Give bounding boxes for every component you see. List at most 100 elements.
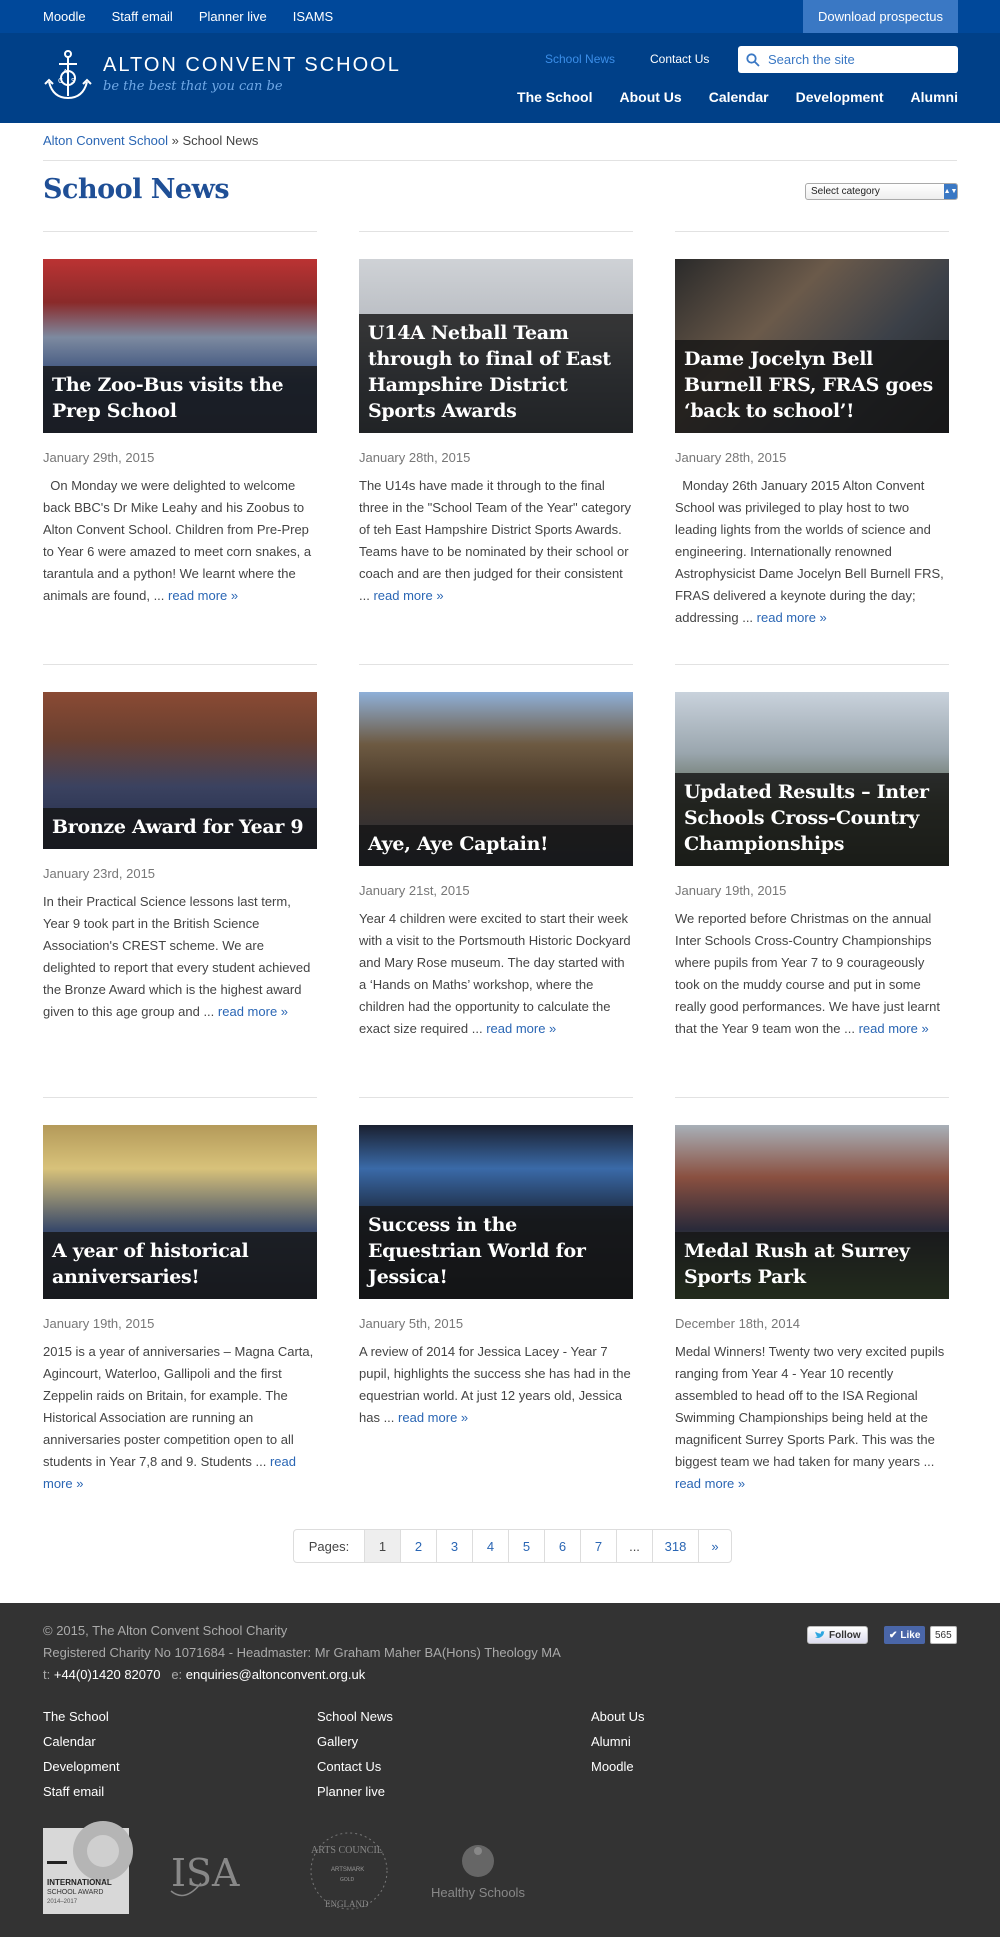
post-card: U14A Netball Team through to final of Ea… (359, 231, 633, 631)
main-nav: The School About Us Calendar Development… (517, 89, 958, 105)
footer-link-alumni[interactable]: Alumni (591, 1734, 644, 1750)
divider (675, 231, 949, 232)
read-more-link[interactable]: read more » (859, 1021, 929, 1036)
post-thumbnail[interactable]: U14A Netball Team through to final of Ea… (359, 259, 633, 433)
post-title[interactable]: The Zoo-Bus visits the Prep School (52, 372, 308, 424)
school-logo[interactable]: A C S ALTON CONVENT SCHOOL be the best t… (43, 50, 401, 102)
read-more-link[interactable]: read more » (398, 1410, 468, 1425)
page-link-6[interactable]: 6 (544, 1530, 580, 1562)
healthy-schools-logo: Healthy Schools (431, 1845, 525, 1900)
school-tagline: be the best that you can be (103, 79, 283, 94)
divider (43, 160, 957, 161)
top-links: Moodle Staff email Planner live ISAMS (43, 9, 333, 24)
footer-phone[interactable]: +44(0)1420 82070 (54, 1667, 161, 1682)
post-thumbnail[interactable]: A year of historical anniversaries! (43, 1125, 317, 1299)
post-title-overlay: U14A Netball Team through to final of Ea… (359, 314, 633, 433)
footer-links-col-1: The School Calendar Development Staff em… (43, 1709, 120, 1800)
post-title[interactable]: Success in the Equestrian World for Jess… (368, 1212, 624, 1290)
post-excerpt-text: Monday 26th January 2015 Alton Convent S… (675, 478, 944, 625)
nav-item-development[interactable]: Development (796, 89, 884, 105)
post-excerpt-text: In their Practical Science lessons last … (43, 894, 311, 1019)
footer-email[interactable]: enquiries@altonconvent.org.uk (186, 1667, 365, 1682)
page-link-1[interactable]: 1 (364, 1530, 400, 1562)
post-title[interactable]: Bronze Award for Year 9 (52, 814, 308, 840)
post-title-overlay: Updated Results – Inter Schools Cross-Co… (675, 773, 949, 866)
search-box (738, 46, 958, 73)
page-link-4[interactable]: 4 (472, 1530, 508, 1562)
svg-text:INTERNATIONAL: INTERNATIONAL (47, 1878, 112, 1887)
post-title[interactable]: Medal Rush at Surrey Sports Park (684, 1238, 940, 1290)
post-thumbnail[interactable]: Updated Results – Inter Schools Cross-Co… (675, 692, 949, 866)
post-thumbnail[interactable]: Medal Rush at Surrey Sports Park (675, 1125, 949, 1299)
divider (675, 664, 949, 665)
post-title-overlay: Aye, Aye Captain! (359, 825, 633, 866)
footer-link-school-news[interactable]: School News (317, 1709, 393, 1725)
read-more-link[interactable]: read more » (168, 588, 238, 603)
breadcrumb-separator: » (171, 133, 179, 148)
page-title: School News (43, 174, 230, 205)
footer-link-moodle[interactable]: Moodle (591, 1759, 644, 1775)
read-more-link[interactable]: read more » (373, 588, 443, 603)
post-thumbnail[interactable]: Success in the Equestrian World for Jess… (359, 1125, 633, 1299)
search-input[interactable] (768, 52, 948, 67)
twitter-follow-button[interactable]: Follow (807, 1626, 868, 1644)
footer-link-staff-email[interactable]: Staff email (43, 1784, 120, 1800)
post-excerpt-text: On Monday we were delighted to welcome b… (43, 478, 312, 603)
nav-item-about-us[interactable]: About Us (619, 89, 681, 105)
subnav-school-news[interactable]: School News (545, 52, 615, 66)
top-link-planner-live[interactable]: Planner live (199, 9, 267, 24)
post-excerpt-text: The U14s have made it through to the fin… (359, 478, 632, 603)
next-page-link[interactable]: » (698, 1530, 731, 1562)
site-footer: © 2015, The Alton Convent School Charity… (0, 1603, 1000, 1937)
read-more-link[interactable]: read more » (757, 610, 827, 625)
svg-text:2014–2017: 2014–2017 (47, 1899, 78, 1905)
category-select[interactable]: Select category ▲▼ (805, 183, 958, 200)
read-more-link[interactable]: read more » (218, 1004, 288, 1019)
page-link-7[interactable]: 7 (580, 1530, 616, 1562)
footer-link-contact-us[interactable]: Contact Us (317, 1759, 393, 1775)
footer-link-calendar[interactable]: Calendar (43, 1734, 120, 1750)
facebook-like-button[interactable]: ✔ Like (884, 1626, 926, 1644)
top-link-moodle[interactable]: Moodle (43, 9, 86, 24)
footer-link-development[interactable]: Development (43, 1759, 120, 1775)
top-link-staff-email[interactable]: Staff email (112, 9, 173, 24)
post-thumbnail[interactable]: Dame Jocelyn Bell Burnell FRS, FRAS goes… (675, 259, 949, 433)
svg-text:SCHOOL AWARD: SCHOOL AWARD (47, 1889, 103, 1896)
post-title[interactable]: U14A Netball Team through to final of Ea… (368, 320, 624, 424)
post-excerpt: A review of 2014 for Jessica Lacey - Yea… (359, 1341, 633, 1429)
post-title[interactable]: Updated Results – Inter Schools Cross-Co… (684, 779, 940, 857)
nav-item-the-school[interactable]: The School (517, 89, 592, 105)
page-link-3[interactable]: 3 (436, 1530, 472, 1562)
footer-link-about-us[interactable]: About Us (591, 1709, 644, 1725)
page-link-5[interactable]: 5 (508, 1530, 544, 1562)
read-more-link[interactable]: read more » (675, 1476, 745, 1491)
post-thumbnail[interactable]: Bronze Award for Year 9 (43, 692, 317, 849)
page-link-2[interactable]: 2 (400, 1530, 436, 1562)
email-label: e: (171, 1667, 183, 1682)
footer-link-the-school[interactable]: The School (43, 1709, 120, 1725)
post-thumbnail[interactable]: The Zoo-Bus visits the Prep School (43, 259, 317, 433)
post-title[interactable]: Aye, Aye Captain! (368, 831, 624, 857)
nav-item-alumni[interactable]: Alumni (911, 89, 958, 105)
top-link-isams[interactable]: ISAMS (293, 9, 333, 24)
follow-label: Follow (829, 1629, 861, 1641)
post-date: January 23rd, 2015 (43, 866, 156, 881)
post-title[interactable]: Dame Jocelyn Bell Burnell FRS, FRAS goes… (684, 346, 940, 424)
download-prospectus-button[interactable]: Download prospectus (803, 0, 958, 33)
footer-link-planner-live[interactable]: Planner live (317, 1784, 393, 1800)
subnav-contact-us[interactable]: Contact Us (650, 52, 709, 66)
post-thumbnail[interactable]: Aye, Aye Captain! (359, 692, 633, 866)
post-card: Dame Jocelyn Bell Burnell FRS, FRAS goes… (675, 231, 949, 631)
footer-link-gallery[interactable]: Gallery (317, 1734, 393, 1750)
post-title[interactable]: A year of historical anniversaries! (52, 1238, 308, 1290)
post-card: Bronze Award for Year 9 January 23rd, 20… (43, 664, 317, 1064)
post-card: Aye, Aye Captain! January 21st, 2015 Yea… (359, 664, 633, 1084)
post-excerpt-text: 2015 is a year of anniversaries – Magna … (43, 1344, 314, 1469)
international-school-award-badge: INTERNATIONAL SCHOOL AWARD 2014–2017 (43, 1821, 133, 1914)
post-excerpt: We reported before Christmas on the annu… (675, 908, 949, 1040)
read-more-link[interactable]: read more » (486, 1021, 556, 1036)
nav-item-calendar[interactable]: Calendar (709, 89, 769, 105)
breadcrumb-home-link[interactable]: Alton Convent School (43, 133, 168, 148)
page-link-last[interactable]: 318 (652, 1530, 698, 1562)
post-excerpt-text: Medal Winners! Twenty two very excited p… (675, 1344, 945, 1469)
